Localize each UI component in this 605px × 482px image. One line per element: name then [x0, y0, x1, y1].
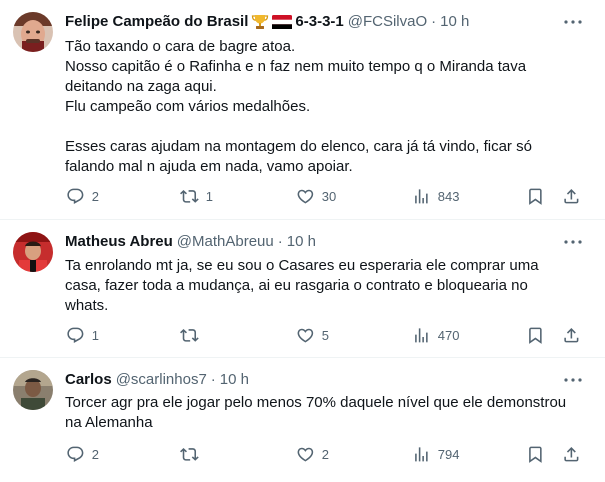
tweet-text: Tão taxando o cara de bagre atoa. Nosso … [65, 37, 585, 177]
retweet-icon [180, 445, 199, 464]
badge-score: 6-3-3-1 [295, 13, 344, 30]
flag-icon [272, 15, 293, 29]
reply-button[interactable]: 2 [66, 444, 99, 464]
share-button[interactable] [562, 325, 581, 345]
views-icon [412, 187, 431, 206]
views-button[interactable]: 843 [412, 186, 459, 206]
text-line: falando mal n ajuda em nada, vamo apoiar… [65, 158, 353, 175]
more-icon[interactable] [563, 233, 583, 251]
separator-dot: · [431, 13, 437, 30]
like-button[interactable]: 2 [296, 444, 329, 464]
text-line: na Alemanha [65, 414, 153, 431]
tweet-3[interactable]: Carlos @scarlinhos7 · 10 h Torcer agr pr… [0, 358, 605, 482]
tweet-header: Carlos @scarlinhos7 · 10 h [65, 370, 249, 390]
avatar-felipe[interactable] [13, 12, 53, 52]
share-button[interactable] [562, 186, 581, 206]
reply-icon [66, 326, 85, 345]
reply-button[interactable]: 2 [66, 186, 99, 206]
retweet-count: 1 [205, 188, 213, 204]
retweet-button[interactable] [180, 325, 199, 345]
more-icon[interactable] [563, 371, 583, 389]
retweet-icon [180, 187, 199, 206]
like-icon [296, 326, 315, 345]
tweet-text: Torcer agr pra ele jogar pelo menos 70% … [65, 393, 585, 433]
views-count: 794 [437, 446, 460, 462]
share-button[interactable] [562, 444, 581, 464]
tweet-header: Felipe Campeão do Brasil 6-3-3-1 @FCSilv… [65, 12, 469, 32]
reply-count: 2 [91, 188, 99, 204]
reply-icon [66, 445, 85, 464]
retweet-button[interactable] [180, 444, 199, 464]
retweet-icon [180, 326, 199, 345]
bookmark-icon [526, 326, 545, 345]
views-button[interactable]: 470 [412, 325, 459, 345]
bookmark-icon [526, 187, 545, 206]
text-line: Ta enrolando mt ja, se eu sou o Casares … [65, 257, 539, 274]
separator-dot: · [210, 371, 216, 388]
separator-dot: · [277, 233, 283, 250]
retweet-button[interactable]: 1 [180, 186, 213, 206]
views-button[interactable]: 794 [412, 444, 459, 464]
like-count: 2 [321, 446, 329, 462]
share-icon [562, 445, 581, 464]
views-count: 470 [437, 327, 460, 343]
trophy-icon [251, 13, 269, 31]
reply-count: 1 [91, 327, 99, 343]
text-line: whats. [65, 297, 109, 314]
action-bar: 2 2 794 [0, 444, 605, 464]
avatar-matheus[interactable] [13, 232, 53, 272]
text-line: Nosso capitão é o Rafinha e n faz nem mu… [65, 58, 527, 75]
like-button[interactable]: 30 [296, 186, 336, 206]
display-name[interactable]: Carlos [65, 370, 112, 390]
like-icon [296, 445, 315, 464]
user-handle[interactable]: @MathAbreuu [177, 232, 274, 252]
share-icon [562, 187, 581, 206]
bookmark-button[interactable] [526, 186, 545, 206]
text-line: Esses caras ajudam na montagem do elenco… [65, 138, 532, 155]
bookmark-button[interactable] [526, 325, 545, 345]
more-icon[interactable] [563, 13, 583, 31]
avatar-carlos[interactable] [13, 370, 53, 410]
share-icon [562, 326, 581, 345]
tweet-2[interactable]: Matheus Abreu @MathAbreuu · 10 h Ta enro… [0, 220, 605, 358]
tweet-1[interactable]: Felipe Campeão do Brasil 6-3-3-1 @FCSilv… [0, 0, 605, 220]
like-count: 30 [321, 188, 337, 204]
reply-count: 2 [91, 446, 99, 462]
views-icon [412, 445, 431, 464]
action-bar: 1 5 470 [0, 325, 605, 345]
bookmark-icon [526, 445, 545, 464]
timestamp[interactable]: 10 h [220, 370, 249, 390]
like-icon [296, 187, 315, 206]
bookmark-button[interactable] [526, 444, 545, 464]
display-name[interactable]: Matheus Abreu [65, 232, 173, 252]
reply-icon [66, 187, 85, 206]
like-button[interactable]: 5 [296, 325, 329, 345]
tweet-header: Matheus Abreu @MathAbreuu · 10 h [65, 232, 316, 252]
action-bar: 2 1 30 843 [0, 186, 605, 206]
tweet-text: Ta enrolando mt ja, se eu sou o Casares … [65, 256, 585, 316]
text-line: casa, fazer toda a mudança, ai eu rasgar… [65, 277, 528, 294]
text-line: Flu campeão com vários medalhões. [65, 98, 311, 115]
timestamp[interactable]: 10 h [287, 232, 316, 252]
like-count: 5 [321, 327, 329, 343]
timestamp[interactable]: 10 h [440, 12, 469, 32]
reply-button[interactable]: 1 [66, 325, 99, 345]
text-line: deitando na zaga aqui. [65, 78, 217, 95]
views-icon [412, 326, 431, 345]
display-name[interactable]: Felipe Campeão do Brasil [65, 12, 248, 32]
text-line: Torcer agr pra ele jogar pelo menos 70% … [65, 394, 567, 411]
user-handle[interactable]: @FCSilvaO [348, 12, 427, 32]
text-line: Tão taxando o cara de bagre atoa. [65, 38, 296, 55]
views-count: 843 [437, 188, 460, 204]
user-handle[interactable]: @scarlinhos7 [116, 370, 207, 390]
